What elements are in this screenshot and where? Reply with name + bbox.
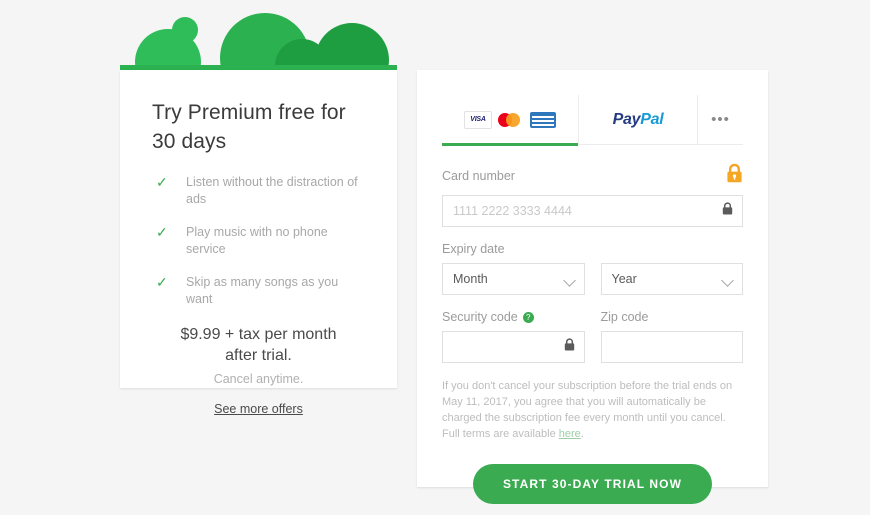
visa-logo: VISA bbox=[464, 110, 492, 129]
list-item: ✓ Skip as many songs as you want bbox=[156, 274, 365, 308]
list-item: ✓ Play music with no phone service bbox=[156, 224, 365, 258]
chevron-down-icon bbox=[721, 274, 734, 287]
expiry-date-label: Expiry date bbox=[442, 242, 505, 256]
paypal-logo-pay: Pay bbox=[612, 110, 641, 128]
price-block: $9.99 + tax per month after trial. Cance… bbox=[152, 324, 365, 386]
hero-illustration bbox=[120, 0, 397, 75]
cta-container: START 30-DAY TRIAL NOW bbox=[442, 464, 743, 504]
card-number-label: Card number bbox=[442, 168, 515, 183]
amex-logo bbox=[530, 111, 556, 128]
premium-offer-card: Try Premium free for 30 days ✓ Listen wi… bbox=[120, 70, 397, 388]
active-tab-indicator bbox=[442, 143, 578, 146]
help-badge-icon[interactable]: ? bbox=[522, 312, 534, 323]
cancel-anytime-text: Cancel anytime. bbox=[213, 372, 304, 386]
expiry-date-field-block: Expiry date Month Year bbox=[442, 242, 743, 295]
mastercard-logo bbox=[498, 112, 524, 128]
check-icon: ✓ bbox=[156, 274, 168, 290]
page-title: Try Premium free for 30 days bbox=[152, 101, 346, 153]
security-zip-field-block: Security code? Zip code bbox=[442, 310, 743, 363]
list-item: ✓ Listen without the distraction of ads bbox=[156, 174, 365, 208]
feature-text: Skip as many songs as you want bbox=[186, 275, 339, 306]
card-number-input[interactable] bbox=[442, 195, 743, 227]
zip-code-input[interactable] bbox=[600, 331, 743, 363]
paypal-logo-pal: Pal bbox=[640, 110, 664, 128]
card-number-field-block: Card number bbox=[442, 163, 743, 227]
card-brand-logos: VISA bbox=[464, 110, 556, 129]
trial-disclaimer: If you don't cancel your subscription be… bbox=[442, 378, 743, 442]
tab-more-options[interactable]: ••• bbox=[698, 95, 743, 144]
payment-form: Card number 1111 2222 3333 4444 Expiry d… bbox=[417, 145, 768, 504]
disclaimer-suffix: . bbox=[580, 428, 584, 440]
check-icon: ✓ bbox=[156, 224, 168, 240]
chevron-down-icon bbox=[562, 274, 576, 287]
security-code-input[interactable] bbox=[442, 331, 585, 363]
feature-text: Listen without the distraction of ads bbox=[186, 175, 358, 206]
tab-credit-card[interactable]: VISA bbox=[442, 95, 579, 146]
tab-paypal[interactable]: PayPal bbox=[579, 95, 698, 144]
paypal-logo: PayPal bbox=[613, 111, 664, 129]
expiry-month-value: Month bbox=[453, 272, 488, 286]
see-more-offers-link[interactable]: See more offers bbox=[120, 402, 397, 416]
payment-method-tabs: VISA PayPal ••• bbox=[442, 95, 743, 146]
padlock-icon-orange bbox=[726, 163, 743, 188]
feature-text: Play music with no phone service bbox=[186, 225, 328, 256]
start-trial-button[interactable]: START 30-DAY TRIAL NOW bbox=[472, 464, 713, 504]
price-text: $9.99 + tax per month after trial. bbox=[180, 326, 337, 364]
disclaimer-text: If you don't cancel your subscription be… bbox=[442, 380, 733, 440]
payment-card: VISA PayPal ••• Card number 1111 2222 33… bbox=[417, 70, 768, 504]
zip-code-label: Zip code bbox=[600, 310, 649, 324]
more-options-icon: ••• bbox=[711, 110, 730, 128]
feature-list: ✓ Listen without the distraction of ads … bbox=[152, 174, 365, 308]
security-code-label: Security code? bbox=[442, 310, 585, 324]
expiry-year-select[interactable]: Year bbox=[600, 263, 743, 295]
security-code-label-text: Security code bbox=[442, 310, 518, 324]
terms-link[interactable]: here bbox=[559, 428, 581, 440]
expiry-month-select[interactable]: Month bbox=[442, 263, 585, 295]
expiry-year-value: Year bbox=[611, 272, 637, 286]
check-icon: ✓ bbox=[156, 174, 168, 190]
